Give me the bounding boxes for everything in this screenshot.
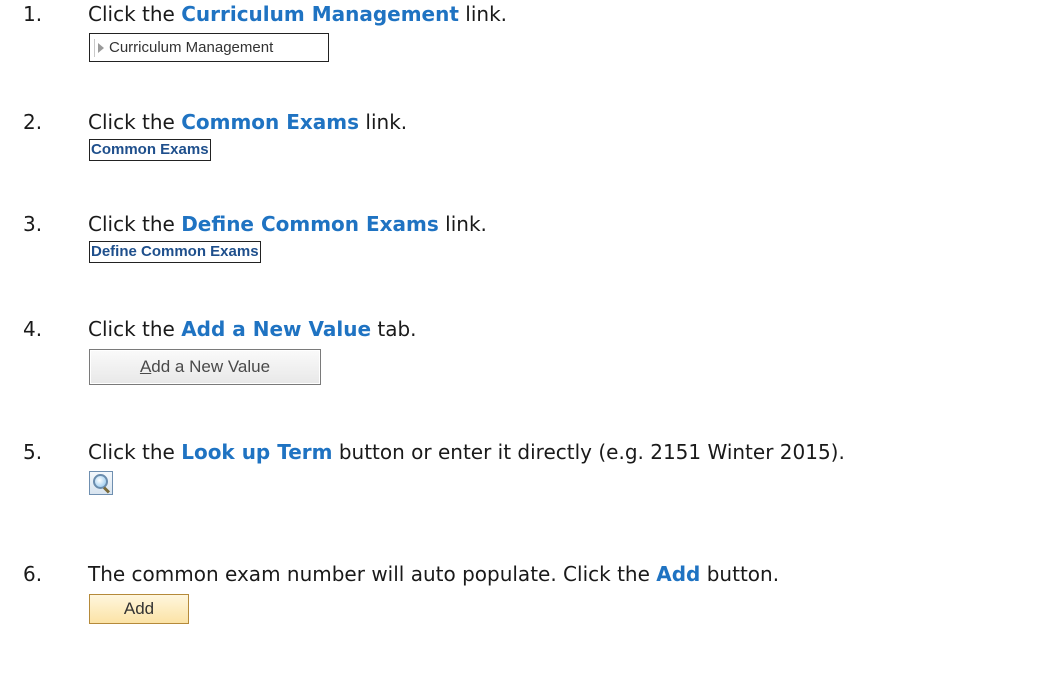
common-exams-link[interactable]: Common Exams bbox=[89, 139, 211, 161]
add-a-new-value-tab[interactable]: Add a New Value bbox=[89, 349, 321, 385]
step-number: 4. bbox=[23, 317, 43, 341]
step-number: 1. bbox=[23, 2, 43, 26]
step-number: 5. bbox=[23, 440, 43, 464]
step-screenshot: Add bbox=[89, 594, 189, 624]
look-up-term-button[interactable] bbox=[89, 471, 113, 495]
magnifier-handle bbox=[102, 486, 111, 494]
instruction-text: button or enter it directly (e.g. 2151 W… bbox=[332, 440, 845, 464]
instruction-text: Click the bbox=[88, 440, 182, 464]
step-screenshot: Common Exams bbox=[89, 139, 211, 161]
instruction-highlight: Look up Term bbox=[181, 440, 333, 464]
instruction-highlight: Add a New Value bbox=[181, 317, 372, 341]
instruction-text: The common exam number will auto populat… bbox=[88, 562, 657, 586]
expand-arrow-icon bbox=[98, 42, 104, 53]
link-label: Curriculum Management bbox=[109, 39, 274, 56]
step-instruction: Click the Look up Term button or enter i… bbox=[88, 438, 845, 466]
tab-label: dd a New Value bbox=[151, 357, 271, 376]
instruction-text: Click the bbox=[88, 317, 182, 341]
step-instruction: Click the Curriculum Management link. bbox=[88, 0, 507, 28]
step-number: 2. bbox=[23, 110, 43, 134]
step-screenshot: Curriculum Management bbox=[89, 33, 329, 62]
instruction-highlight: Common Exams bbox=[181, 110, 360, 134]
instruction-highlight: Define Common Exams bbox=[181, 212, 439, 236]
instruction-text: button. bbox=[700, 562, 780, 586]
step-screenshot bbox=[89, 471, 113, 495]
define-common-exams-link[interactable]: Define Common Exams bbox=[89, 241, 261, 263]
curriculum-management-link[interactable]: Curriculum Management bbox=[89, 33, 329, 62]
instruction-text: tab. bbox=[371, 317, 417, 341]
instruction-text: link. bbox=[438, 212, 487, 236]
step-screenshot: Add a New Value bbox=[89, 349, 321, 385]
instruction-text: link. bbox=[359, 110, 408, 134]
add-button[interactable]: Add bbox=[89, 594, 189, 624]
step-instruction: Click the Add a New Value tab. bbox=[88, 315, 417, 343]
step-number: 6. bbox=[23, 562, 43, 586]
divider bbox=[94, 38, 95, 57]
step-screenshot: Define Common Exams bbox=[89, 241, 261, 263]
step-number: 3. bbox=[23, 212, 43, 236]
instruction-text: link. bbox=[458, 2, 508, 26]
instruction-text: Click the bbox=[88, 2, 182, 26]
instruction-highlight: Add bbox=[656, 562, 701, 586]
step-instruction: Click the Common Exams link. bbox=[88, 108, 407, 136]
step-instruction: Click the Define Common Exams link. bbox=[88, 210, 487, 238]
instruction-text: Click the bbox=[88, 212, 182, 236]
step-instruction: The common exam number will auto populat… bbox=[88, 560, 779, 588]
instruction-text: Click the bbox=[88, 110, 182, 134]
tab-accesskey: A bbox=[139, 357, 152, 376]
instruction-highlight: Curriculum Management bbox=[181, 2, 459, 26]
